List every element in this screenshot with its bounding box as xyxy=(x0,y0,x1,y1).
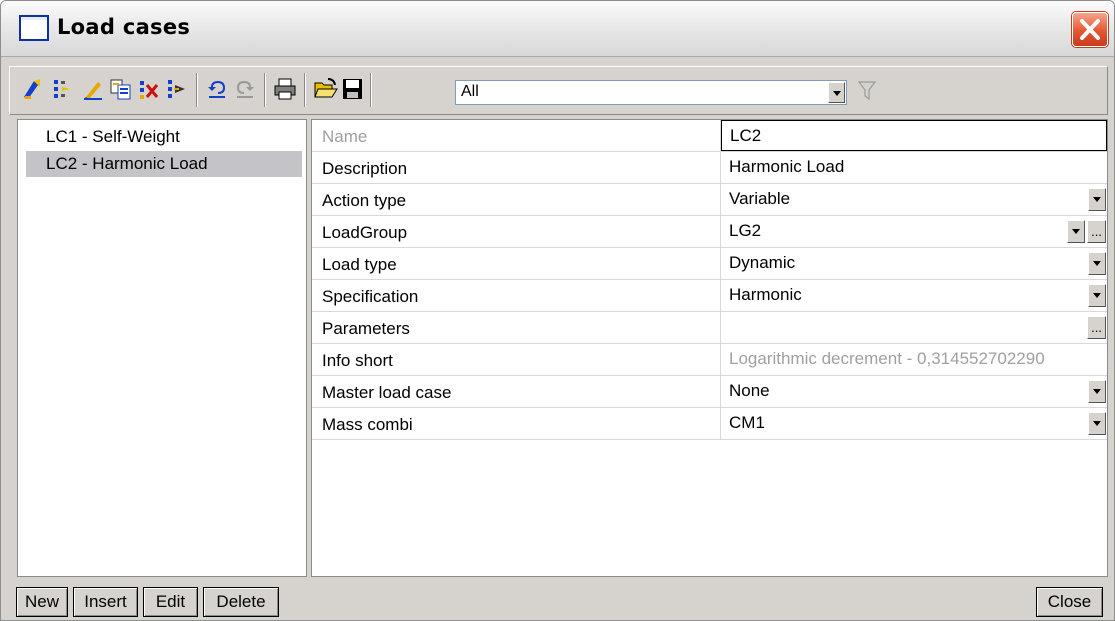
print-icon[interactable] xyxy=(274,77,296,101)
filter-dropdown-button[interactable] xyxy=(828,82,845,103)
chevron-down-icon xyxy=(1093,293,1101,298)
edit-button[interactable]: Edit xyxy=(143,587,198,617)
master-load-case-select[interactable]: None xyxy=(721,376,1107,407)
specification-dropdown-button[interactable] xyxy=(1088,284,1106,307)
open-icon[interactable] xyxy=(314,77,338,101)
property-row[interactable]: Action type Variable xyxy=(312,184,1107,216)
load-cases-window: Load cases All LC1 - Self-Weight LC2 - H… xyxy=(0,0,1115,621)
title-bar[interactable]: Load cases xyxy=(1,1,1114,57)
list-item-label: LC1 - Self-Weight xyxy=(46,127,180,146)
property-row[interactable]: LoadGroup LG2 ... xyxy=(312,216,1107,248)
action-type-select[interactable]: Variable xyxy=(721,184,1107,215)
mass-combi-select[interactable]: CM1 xyxy=(721,408,1107,439)
property-name: Description xyxy=(312,152,721,183)
property-value: LG2 xyxy=(729,221,762,240)
property-row[interactable]: Mass combi CM1 xyxy=(312,408,1107,440)
property-name: Info short xyxy=(312,344,721,375)
filter-value: All xyxy=(461,83,479,100)
chevron-down-icon xyxy=(1093,197,1101,202)
description-field[interactable]: Harmonic Load xyxy=(721,152,1107,183)
load-group-ellipsis-button[interactable]: ... xyxy=(1087,220,1106,243)
load-group-select[interactable]: LG2 xyxy=(721,216,1107,247)
property-value: Variable xyxy=(729,189,791,208)
list-item[interactable]: LC2 - Harmonic Load xyxy=(26,151,302,177)
property-value: Dynamic xyxy=(729,253,796,272)
chevron-down-icon xyxy=(1072,229,1080,234)
filter-icon[interactable] xyxy=(857,80,877,107)
specification-select[interactable]: Harmonic xyxy=(721,280,1107,311)
property-row[interactable]: Specification Harmonic xyxy=(312,280,1107,312)
property-row[interactable]: Description Harmonic Load xyxy=(312,152,1107,184)
copy-icon[interactable] xyxy=(110,77,132,101)
toolbar-separator xyxy=(196,73,198,107)
new-case-icon[interactable] xyxy=(22,77,44,101)
property-row[interactable]: Load type Dynamic xyxy=(312,248,1107,280)
action-type-dropdown-button[interactable] xyxy=(1088,188,1106,211)
close-window-button[interactable] xyxy=(1072,12,1108,47)
list-item[interactable]: LC1 - Self-Weight xyxy=(26,124,302,150)
property-value: CM1 xyxy=(729,413,765,432)
name-field[interactable]: LC2 xyxy=(721,120,1107,151)
undo-icon[interactable] xyxy=(206,77,228,101)
toolbar-separator xyxy=(304,73,306,107)
list-item-label: LC2 - Harmonic Load xyxy=(46,154,208,173)
delete-button[interactable]: Delete xyxy=(203,587,279,617)
load-case-list[interactable]: LC1 - Self-Weight LC2 - Harmonic Load xyxy=(17,119,307,577)
close-icon xyxy=(1080,19,1100,40)
insert-icon[interactable] xyxy=(52,77,74,101)
property-row[interactable]: Master load case None xyxy=(312,376,1107,408)
info-short-value: Logarithmic decrement - 0,314552702290 xyxy=(729,349,1045,368)
save-icon[interactable] xyxy=(342,77,364,101)
chevron-down-icon xyxy=(833,91,841,96)
master-load-case-dropdown-button[interactable] xyxy=(1088,380,1106,403)
properties-grid: Name LC2 Description Harmonic Load Actio… xyxy=(311,119,1108,577)
parameters-ellipsis-button[interactable]: ... xyxy=(1087,316,1106,339)
insert-button[interactable]: Insert xyxy=(73,587,138,617)
property-value: Harmonic xyxy=(729,285,802,304)
property-name: Action type xyxy=(312,184,721,215)
property-name: Parameters xyxy=(312,312,721,343)
chevron-down-icon xyxy=(1093,261,1101,266)
filter-select[interactable]: All xyxy=(455,80,847,105)
load-group-dropdown-button[interactable] xyxy=(1067,220,1085,243)
property-row[interactable]: Name LC2 xyxy=(312,120,1107,152)
window-icon xyxy=(19,15,49,41)
delete-icon[interactable] xyxy=(138,77,160,101)
property-value: None xyxy=(729,381,770,400)
load-type-dropdown-button[interactable] xyxy=(1088,252,1106,275)
edit-icon[interactable] xyxy=(82,77,104,101)
load-type-select[interactable]: Dynamic xyxy=(721,248,1107,279)
toolbar-separator xyxy=(264,73,266,107)
property-name: Specification xyxy=(312,280,721,311)
property-row: Info short Logarithmic decrement - 0,314… xyxy=(312,344,1107,376)
property-name: Name xyxy=(312,120,721,151)
mass-combi-dropdown-button[interactable] xyxy=(1088,412,1106,435)
new-button[interactable]: New xyxy=(16,587,68,617)
chevron-down-icon xyxy=(1093,389,1101,394)
export-icon[interactable] xyxy=(166,77,188,101)
redo-icon[interactable] xyxy=(234,77,256,101)
toolbar: All xyxy=(9,66,1108,115)
parameters-field[interactable] xyxy=(721,312,1107,343)
property-name: LoadGroup xyxy=(312,216,721,247)
property-name: Mass combi xyxy=(312,408,721,439)
toolbar-separator xyxy=(370,73,372,107)
property-name: Master load case xyxy=(312,376,721,407)
chevron-down-icon xyxy=(1093,421,1101,426)
window-title: Load cases xyxy=(57,15,191,39)
property-name: Load type xyxy=(312,248,721,279)
property-row[interactable]: Parameters ... xyxy=(312,312,1107,344)
close-button[interactable]: Close xyxy=(1036,587,1103,617)
